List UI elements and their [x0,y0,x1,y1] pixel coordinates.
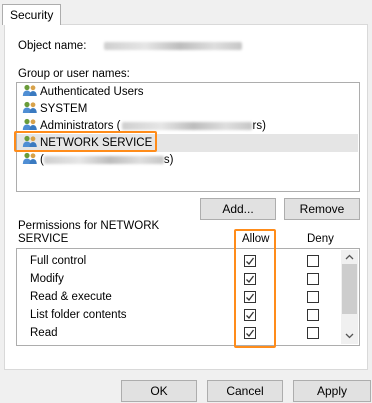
permission-name: Full control [30,255,87,267]
permissions-header-line2: SERVICE [18,233,69,245]
permission-row: Modify [17,270,339,288]
permission-row: List folder contents [17,306,339,324]
permission-name: Read & execute [30,291,112,303]
user-label-suffix: rs) [252,120,266,132]
permissions-header: Permissions for NETWORK SERVICE [18,220,159,246]
deny-checkbox[interactable] [307,273,319,285]
deny-checkbox[interactable] [307,291,319,303]
user-group-icon [22,152,38,165]
user-label-suffix: s) [163,154,174,166]
permission-name: Modify [30,273,64,285]
user-group-icon [22,101,38,114]
list-item[interactable]: Authenticated Users [17,83,358,101]
add-button[interactable]: Add... [200,198,276,220]
vertical-scrollbar[interactable] [341,250,358,344]
object-name-label: Object name: [18,40,87,52]
highlight-allow-column [234,229,276,348]
ok-button[interactable]: OK [121,380,197,402]
permission-name: Read [30,327,58,339]
cancel-button[interactable]: Cancel [207,380,283,402]
remove-button[interactable]: Remove [284,198,360,220]
permission-row-partial [17,342,339,346]
highlight-network-service [14,131,157,152]
scrollbar-thumb[interactable] [342,264,357,314]
permission-name: List folder contents [30,309,127,321]
deny-checkbox[interactable] [307,309,319,321]
deny-checkbox[interactable] [307,345,319,346]
permission-row: Full control [17,252,339,270]
user-group-icon [22,118,38,131]
scroll-down-icon[interactable] [345,333,354,339]
user-group-icon [22,84,38,97]
permissions-header-line1: Permissions for NETWORK [18,220,160,232]
group-or-user-names-label: Group or user names: [18,68,130,80]
permission-row: Read [17,324,339,342]
list-item[interactable]: (s) [17,151,358,169]
deny-checkbox[interactable] [307,255,319,267]
object-name-value [104,40,242,52]
scroll-up-icon[interactable] [345,254,354,260]
deny-column-header: Deny [307,233,334,245]
tab-security[interactable]: Security [2,4,62,25]
user-label: Authenticated Users [40,86,144,98]
list-item[interactable]: SYSTEM [17,100,358,118]
permissions-list[interactable]: Full control Modify Read & execute List … [16,248,360,346]
apply-button[interactable]: Apply [293,380,371,402]
permission-row: Read & execute [17,288,339,306]
deny-checkbox[interactable] [307,327,319,339]
user-label: SYSTEM [40,103,88,115]
